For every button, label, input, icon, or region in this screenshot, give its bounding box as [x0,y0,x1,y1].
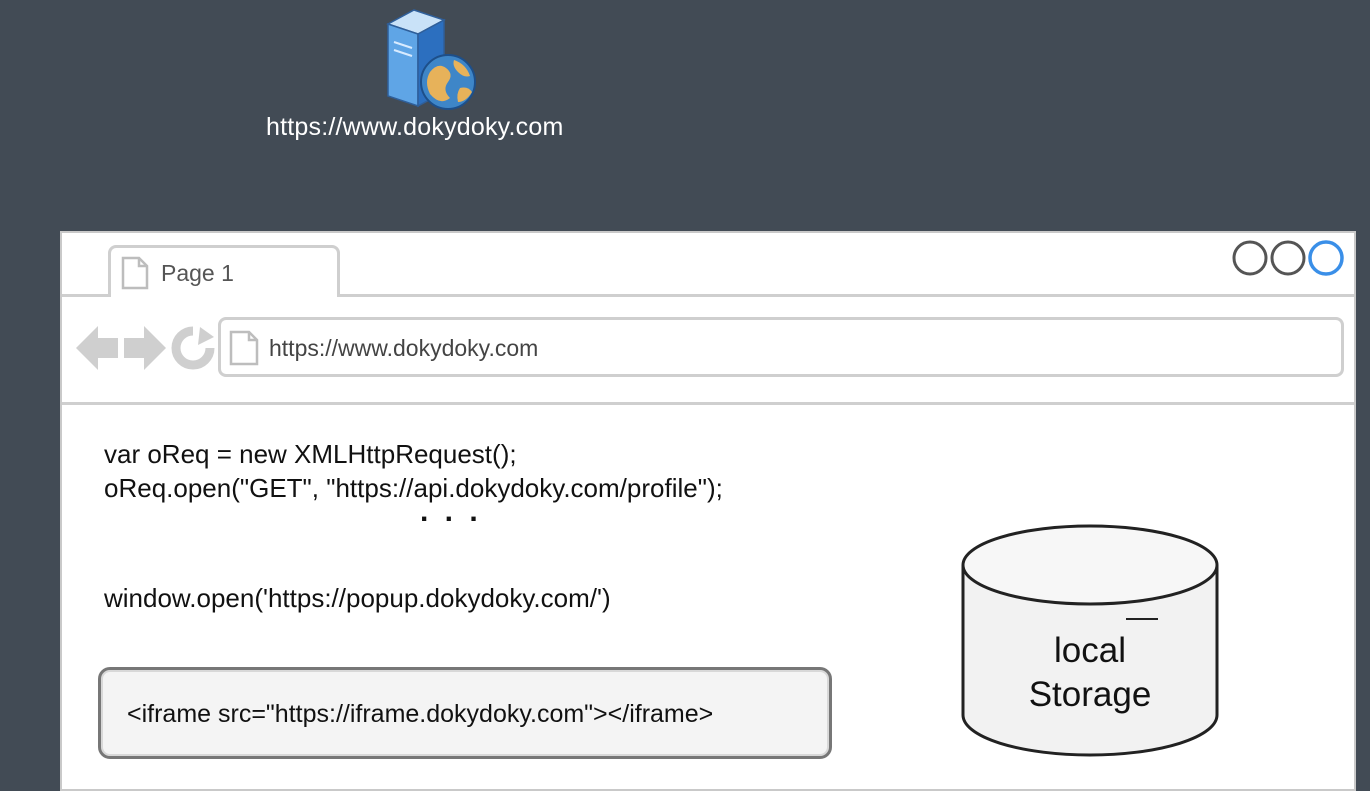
local-storage-line1: local [1054,631,1126,670]
iframe-code: <iframe src="https://iframe.dokydoky.com… [127,700,714,728]
code-line-window-open: window.open('https://popup.dokydoky.com/… [104,583,611,613]
local-storage-line2: Storage [1028,675,1152,714]
server-url-label: https://www.dokydoky.com [266,113,564,141]
window-buttons [1232,240,1344,276]
tab-label: Page 1 [161,260,234,286]
local-storage-label: local Storage [960,629,1220,717]
iframe-box: <iframe src="https://iframe.dokydoky.com… [98,667,832,759]
window-button-3 [1308,240,1344,276]
forward-arrow-icon[interactable] [122,323,168,373]
code-ellipsis: . . . [420,495,482,528]
window-button-2 [1270,240,1306,276]
tab-bar: Page 1 [62,233,1354,297]
reload-icon[interactable] [170,325,216,371]
window-button-1 [1232,240,1268,276]
address-bar[interactable]: https://www.dokydoky.com [218,317,1344,377]
back-arrow-icon[interactable] [74,323,120,373]
page-icon [229,330,259,366]
code-line-open: oReq.open("GET", "https://api.dokydoky.c… [104,473,723,503]
server-globe-icon [386,9,476,110]
code-line-xhr: var oReq = new XMLHttpRequest(); [104,439,517,469]
navigation-bar: https://www.dokydoky.com [62,297,1354,405]
browser-window: Page 1 https://www.dokydoky.com var oReq… [60,231,1356,791]
page-icon [121,256,149,290]
address-text: https://www.dokydoky.com [269,335,539,361]
tab-page-1[interactable]: Page 1 [108,245,340,297]
